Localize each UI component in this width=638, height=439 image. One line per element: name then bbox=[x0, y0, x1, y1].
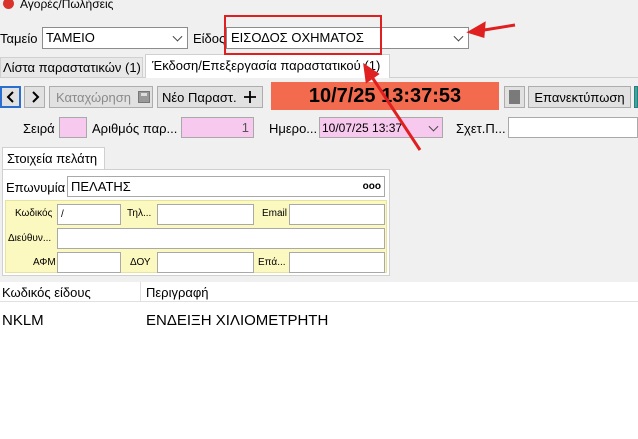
date-label: Ημερο... bbox=[269, 121, 318, 136]
customer-details: Κωδικός / Τηλ... Email Διεύθυν... ΑΦΜ ΔΟ… bbox=[5, 200, 387, 273]
name-field[interactable]: ΠΕΛΑΤΗΣ ooo bbox=[67, 176, 385, 197]
customer-tab-label: Στοιχεία πελάτη bbox=[7, 151, 98, 166]
code-field[interactable]: / bbox=[57, 204, 121, 225]
title-bar: Αγορές/Πωλήσεις bbox=[0, 0, 638, 14]
email-field[interactable] bbox=[289, 204, 385, 225]
arrow-head-right bbox=[466, 21, 486, 38]
next-button[interactable] bbox=[24, 86, 45, 108]
tameio-label: Ταμείο bbox=[0, 31, 38, 46]
customer-panel: Επωνυμία ΠΕΛΑΤΗΣ ooo Κωδικός / Τηλ... Em… bbox=[2, 169, 390, 276]
delete-button[interactable] bbox=[504, 86, 525, 108]
arrow-left-icon bbox=[6, 91, 14, 103]
customer-tab[interactable]: Στοιχεία πελάτη bbox=[2, 147, 105, 169]
save-icon bbox=[138, 91, 150, 103]
document-icon bbox=[509, 90, 520, 104]
reprint-label: Επανεκτύπωση bbox=[534, 89, 625, 105]
arithmos-label: Αριθμός παρ... bbox=[92, 121, 178, 136]
name-value: ΠΕΛΑΤΗΣ bbox=[71, 179, 131, 194]
date-field[interactable]: 10/07/25 13:37 bbox=[319, 117, 443, 138]
doy-label: ΔΟΥ bbox=[130, 257, 151, 268]
window-title: Αγορές/Πωλήσεις bbox=[20, 0, 114, 11]
ellipsis-icon[interactable]: ooo bbox=[363, 181, 381, 192]
column-divider bbox=[140, 282, 141, 302]
seira-label: Σειρά bbox=[23, 121, 55, 136]
name-label: Επωνυμία bbox=[6, 180, 66, 195]
address-label: Διεύθυν... bbox=[8, 233, 52, 244]
arithmos-value: 1 bbox=[241, 120, 249, 135]
highlight-box bbox=[224, 15, 382, 55]
tameio-select[interactable]: ΤΑΜΕΙΟ bbox=[42, 27, 188, 49]
table-header: Κωδικός είδους Περιγραφή bbox=[0, 282, 638, 302]
app-icon bbox=[3, 0, 14, 9]
extra-button[interactable] bbox=[634, 86, 638, 108]
profession-label: Επά... bbox=[258, 257, 286, 268]
new-document-label: Νέο Παραστ. bbox=[162, 89, 237, 105]
row-code: NKLM bbox=[2, 312, 44, 329]
items-table: Κωδικός είδους Περιγραφή NKLM ΕΝΔΕΙΞΗ ΧΙ… bbox=[0, 282, 638, 439]
address-field[interactable] bbox=[57, 228, 385, 249]
afm-field[interactable] bbox=[57, 252, 121, 273]
arrow-right-icon bbox=[31, 91, 39, 103]
tab-edit[interactable]: Έκδοση/Επεξεργασία παραστατικού (1) bbox=[145, 54, 390, 78]
column-header-code[interactable]: Κωδικός είδους bbox=[2, 285, 140, 300]
datetime-value: 10/7/25 13:37:53 bbox=[308, 84, 462, 107]
prev-button[interactable] bbox=[0, 86, 21, 108]
save-label: Καταχώρηση bbox=[56, 89, 131, 105]
tameio-value: ΤΑΜΕΙΟ bbox=[46, 30, 95, 45]
profession-field[interactable] bbox=[289, 252, 385, 273]
chevron-down-icon bbox=[453, 31, 464, 42]
save-button[interactable]: Καταχώρηση bbox=[49, 86, 153, 108]
afm-label: ΑΦΜ bbox=[33, 257, 56, 268]
arrow-line-right bbox=[477, 23, 516, 33]
reprint-button[interactable]: Επανεκτύπωση bbox=[528, 86, 631, 108]
email-label: Email bbox=[262, 208, 288, 219]
eidos-label: Είδος bbox=[193, 31, 226, 46]
related-label: Σχετ.Π... bbox=[456, 121, 506, 136]
plus-icon bbox=[243, 91, 256, 103]
row-description: ΕΝΔΕΙΞΗ ΧΙΛΙΟΜΕΤΡΗΤΗ bbox=[146, 312, 329, 329]
code-label: Κωδικός bbox=[15, 208, 53, 219]
chevron-down-icon bbox=[172, 31, 183, 42]
code-value: / bbox=[61, 209, 64, 220]
date-value: 10/07/25 13:37 bbox=[322, 121, 403, 135]
column-header-description[interactable]: Περιγραφή bbox=[146, 285, 209, 300]
doy-field[interactable] bbox=[157, 252, 254, 273]
phone-label: Τηλ... bbox=[127, 208, 152, 219]
arithmos-field[interactable]: 1 bbox=[181, 117, 254, 138]
datetime-display: 10/7/25 13:37:53 bbox=[271, 82, 499, 110]
tab-edit-label: Έκδοση/Επεξεργασία παραστατικού (1) bbox=[152, 58, 381, 73]
related-field[interactable] bbox=[508, 117, 638, 138]
seira-field[interactable] bbox=[59, 117, 87, 138]
chevron-down-icon bbox=[428, 121, 439, 132]
tab-list-label: Λίστα παραστατικών (1) bbox=[3, 60, 141, 75]
new-document-button[interactable]: Νέο Παραστ. bbox=[157, 86, 263, 108]
phone-field[interactable] bbox=[157, 204, 254, 225]
table-row[interactable]: NKLM ΕΝΔΕΙΞΗ ΧΙΛΙΟΜΕΤΡΗΤΗ bbox=[0, 308, 638, 332]
tab-list[interactable]: Λίστα παραστατικών (1) bbox=[0, 57, 143, 77]
